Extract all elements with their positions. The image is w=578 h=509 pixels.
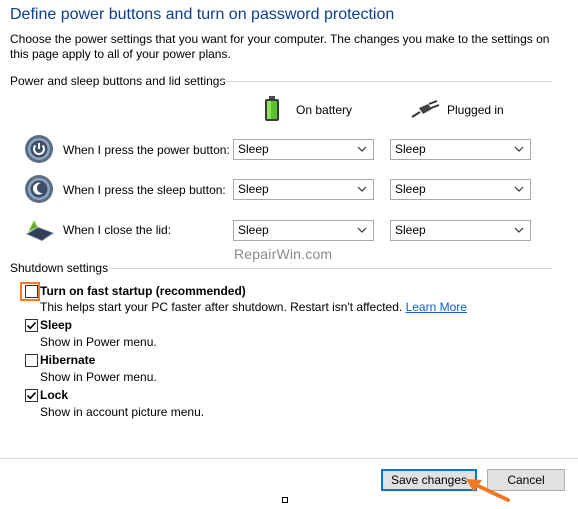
footer-divider xyxy=(0,458,578,459)
section-divider xyxy=(219,81,552,82)
chevron-down-icon xyxy=(514,227,524,233)
select-value: Sleep xyxy=(395,223,426,237)
laptop-lid-icon xyxy=(24,214,56,244)
lock-description: Show in account picture menu. xyxy=(40,405,205,419)
sleep-button-battery-select[interactable]: Sleep xyxy=(233,179,374,200)
hibernate-description: Show in Power menu. xyxy=(40,370,157,384)
sleep-description: Show in Power menu. xyxy=(40,335,157,349)
sleep-checkbox[interactable] xyxy=(25,319,38,332)
plugged-in-header: Plugged in xyxy=(447,103,504,117)
sleep-button-icon xyxy=(24,174,54,204)
fast-startup-description: This helps start your PC faster after sh… xyxy=(40,300,467,314)
select-value: Sleep xyxy=(395,142,426,156)
sleep-label: Sleep xyxy=(40,318,73,332)
select-value: Sleep xyxy=(238,182,269,196)
select-value: Sleep xyxy=(238,223,269,237)
chevron-down-icon xyxy=(514,146,524,152)
watermark: RepairWin.com xyxy=(234,246,333,262)
fast-startup-checkbox[interactable] xyxy=(25,285,38,298)
sleep-button-plugged-select[interactable]: Sleep xyxy=(390,179,531,200)
pointer-arrow-icon xyxy=(462,474,512,504)
hibernate-checkbox[interactable] xyxy=(25,354,38,367)
resize-handle-icon xyxy=(282,497,288,503)
section-divider xyxy=(110,268,552,269)
chevron-down-icon xyxy=(357,146,367,152)
select-value: Sleep xyxy=(238,142,269,156)
fast-startup-label: Turn on fast startup (recommended) xyxy=(40,284,246,298)
close-lid-plugged-select[interactable]: Sleep xyxy=(390,220,531,241)
power-button-plugged-select[interactable]: Sleep xyxy=(390,139,531,160)
row-label-close-lid: When I close the lid: xyxy=(63,223,172,237)
on-battery-header: On battery xyxy=(296,103,353,117)
chevron-down-icon xyxy=(514,186,524,192)
power-section-title: Power and sleep buttons and lid settings xyxy=(10,74,226,88)
power-button-battery-select[interactable]: Sleep xyxy=(233,139,374,160)
power-button-icon xyxy=(24,134,54,164)
fast-startup-description-text: This helps start your PC faster after sh… xyxy=(40,300,406,314)
close-lid-battery-select[interactable]: Sleep xyxy=(233,220,374,241)
chevron-down-icon xyxy=(357,186,367,192)
lock-checkbox[interactable] xyxy=(25,389,38,402)
chevron-down-icon xyxy=(357,227,367,233)
learn-more-link[interactable]: Learn More xyxy=(406,300,467,314)
battery-icon xyxy=(264,96,280,122)
lock-label: Lock xyxy=(40,388,69,402)
select-value: Sleep xyxy=(395,182,426,196)
page-description: Choose the power settings that you want … xyxy=(10,32,550,61)
shutdown-section-title: Shutdown settings xyxy=(10,261,109,275)
checkmark-icon xyxy=(26,391,37,400)
page-title: Define power buttons and turn on passwor… xyxy=(10,6,395,23)
plug-icon xyxy=(410,100,442,120)
checkmark-icon xyxy=(26,321,37,330)
row-label-power-button: When I press the power button: xyxy=(63,143,230,157)
row-label-sleep-button: When I press the sleep button: xyxy=(63,183,226,197)
hibernate-label: Hibernate xyxy=(40,353,96,367)
